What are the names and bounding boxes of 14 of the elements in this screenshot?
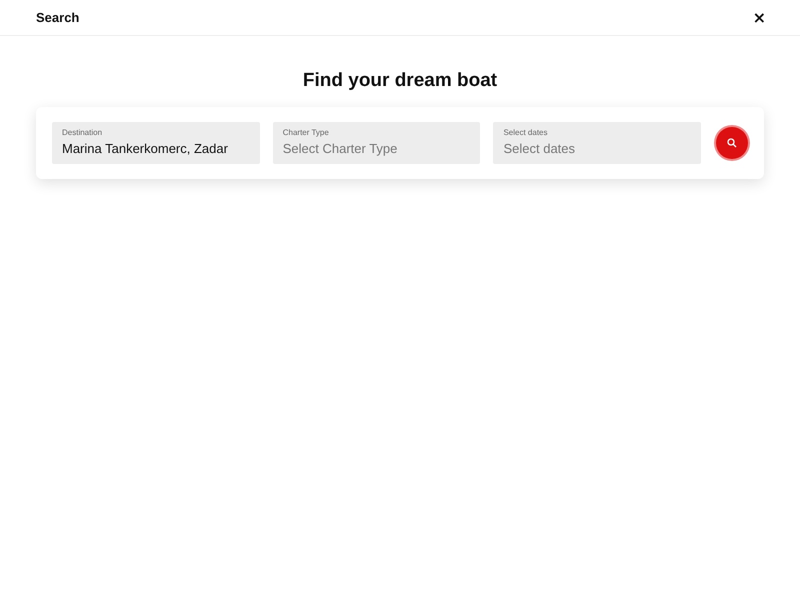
header-title: Search — [36, 10, 80, 25]
field-label: Destination — [62, 128, 104, 138]
search-button[interactable] — [714, 125, 750, 161]
input-field[interactable]: Marina Tankerkomerc, Zadar — [62, 141, 250, 156]
search-icon — [727, 138, 738, 148]
page-heading: Find your dream boat — [302, 69, 498, 93]
field-label: Select dates — [503, 128, 548, 138]
input-field[interactable]: Select dates — [503, 141, 692, 156]
search-field[interactable]: Charter Type Select Charter Type — [272, 122, 480, 164]
field-label: Charter Type — [282, 128, 330, 138]
search-field[interactable]: Select dates Select dates — [493, 122, 702, 164]
input-field[interactable]: Select Charter Type — [282, 141, 470, 156]
close-button[interactable]: × — [752, 10, 766, 26]
search-field[interactable]: Destination Marina Tankerkomerc, Zadar — [52, 122, 260, 164]
